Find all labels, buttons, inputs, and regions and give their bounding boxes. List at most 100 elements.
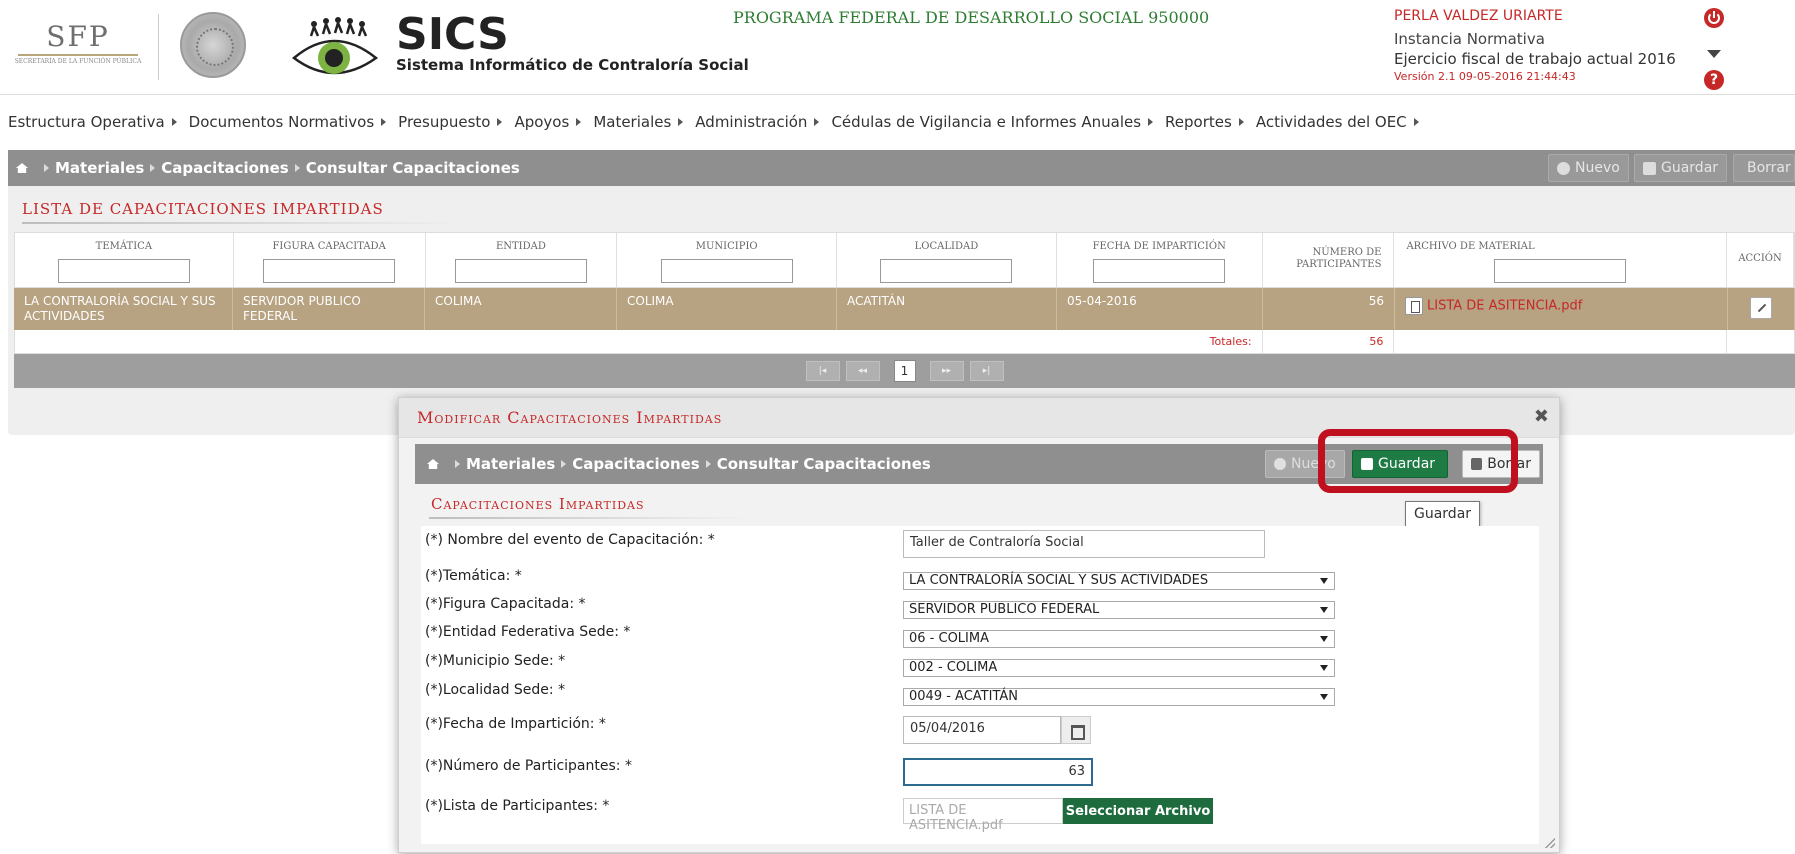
modal-guardar-button[interactable]: Guardar [1352, 450, 1448, 478]
borrar-button[interactable]: Borrar [1733, 154, 1795, 182]
table-row[interactable]: LA CONTRALORÍA SOCIAL Y SUS ACTIVIDADES … [14, 288, 1795, 330]
column-label: Archivo de Material [1406, 241, 1535, 252]
seleccionar-archivo-button[interactable]: Seleccionar Archivo [1063, 798, 1213, 824]
menu-item-presupuesto[interactable]: Presupuesto [398, 113, 503, 131]
dropdown-arrow-icon [1320, 694, 1328, 700]
file-path-input[interactable]: LISTA DE ASITENCIA.pdf [903, 798, 1063, 833]
breadcrumb-consultar[interactable]: Consultar Capacitaciones [717, 455, 931, 473]
sics-eye-logo-icon [291, 17, 379, 75]
modificar-capacitaciones-modal: Modificar Capacitaciones Impartidas ✖ Ma… [398, 397, 1560, 853]
breadcrumb-materiales[interactable]: Materiales [55, 159, 144, 177]
column-label: Localidad [914, 241, 979, 252]
filter-figura-input[interactable] [263, 259, 396, 283]
filter-municipio-input[interactable] [660, 259, 793, 283]
menu-item-label: Administración [695, 113, 808, 131]
pdf-link[interactable]: LISTA DE ASITENCIA.pdf [1427, 299, 1582, 314]
close-icon[interactable]: ✖ [1534, 406, 1549, 427]
figura-label: (*)Figura Capacitada: * [425, 596, 586, 612]
select-value: 002 - COLIMA [909, 660, 998, 675]
menu-item-documentos-normativos[interactable]: Documentos Normativos [189, 113, 387, 131]
page-number[interactable]: 1 [893, 360, 916, 382]
save-icon [1361, 458, 1373, 470]
cell-numero: 56 [1263, 288, 1395, 330]
select-value: 0049 - ACATITÁN [909, 689, 1018, 704]
fecha-label: (*)Fecha de Impartición: * [425, 716, 606, 732]
filter-tematica-input[interactable] [57, 259, 190, 283]
menu-item-label: Estructura Operativa [8, 113, 165, 131]
cell-accion [1728, 288, 1795, 330]
column-label: Acción [1738, 253, 1782, 264]
edit-icon[interactable] [1750, 297, 1772, 319]
column-accion: Acción [1727, 233, 1794, 287]
select-value: SERVIDOR PUBLICO FEDERAL [909, 602, 1100, 617]
filter-fecha-input[interactable] [1093, 259, 1226, 283]
cell-localidad: ACATITÁN [837, 288, 1057, 330]
app-subtitle: Sistema Informático de Contraloría Socia… [396, 56, 749, 74]
first-page-button[interactable]: |◂ [805, 361, 840, 381]
home-icon[interactable] [427, 459, 439, 469]
home-icon[interactable] [16, 163, 28, 173]
last-page-button[interactable]: ▸| [969, 361, 1004, 381]
modal-nuevo-button[interactable]: Nuevo [1265, 450, 1345, 478]
column-municipio: Municipio [617, 233, 838, 287]
column-figura: Figura Capacitada [234, 233, 426, 287]
prev-page-button[interactable]: ◂◂ [845, 361, 880, 381]
figura-select[interactable]: SERVIDOR PUBLICO FEDERAL [903, 601, 1335, 619]
totals-label: Totales: [15, 330, 1263, 353]
help-icon[interactable]: ? [1704, 70, 1724, 90]
tematica-select[interactable]: LA CONTRALORÍA SOCIAL Y SUS ACTIVIDADES [903, 572, 1335, 590]
filter-localidad-input[interactable] [880, 259, 1013, 283]
menu-item-materiales[interactable]: Materiales [593, 113, 684, 131]
menu-item-reportes[interactable]: Reportes [1165, 113, 1244, 131]
dropdown-arrow-icon [1320, 607, 1328, 613]
nombre-input[interactable]: Taller de Contraloría Social [903, 530, 1265, 558]
menu-item-cedulas[interactable]: Cédulas de Vigilancia e Informes Anuales [831, 113, 1154, 131]
entidad-select[interactable]: 06 - COLIMA [903, 630, 1335, 648]
resize-handle-icon[interactable] [1545, 838, 1555, 848]
nuevo-label: Nuevo [1575, 160, 1620, 176]
menu-item-administracion[interactable]: Administración [695, 113, 820, 131]
modal-borrar-button[interactable]: Borrar [1462, 450, 1540, 478]
totals-empty [1394, 330, 1728, 353]
calendar-icon[interactable] [1061, 716, 1091, 744]
app-header: SFP SECRETARÍA DE LA FUNCIÓN PÚBLICA SIC… [0, 0, 1795, 95]
save-icon [1643, 161, 1656, 175]
column-label: Número de Participantes [1296, 247, 1382, 270]
power-icon[interactable] [1704, 8, 1724, 28]
breadcrumb-capacitaciones[interactable]: Capacitaciones [572, 455, 699, 473]
breadcrumb-separator-icon [705, 460, 711, 468]
guardar-button[interactable]: Guardar [1634, 154, 1728, 182]
column-entidad: Entidad [426, 233, 618, 287]
capacitaciones-table: Temática Figura Capacitada Entidad Munic… [14, 232, 1795, 354]
sfp-logo-subtitle: SECRETARÍA DE LA FUNCIÓN PÚBLICA [14, 58, 142, 65]
numero-input[interactable]: 63 [903, 758, 1093, 786]
sfp-logo: SFP SECRETARÍA DE LA FUNCIÓN PÚBLICA [12, 22, 144, 82]
title-underline [429, 517, 749, 519]
breadcrumb-consultar[interactable]: Consultar Capacitaciones [306, 159, 520, 177]
nuevo-label: Nuevo [1291, 456, 1336, 472]
cell-archivo: LISTA DE ASITENCIA.pdf [1395, 288, 1728, 330]
chevron-down-icon[interactable] [1707, 50, 1721, 58]
menu-item-estructura-operativa[interactable]: Estructura Operativa [8, 113, 177, 131]
menu-item-apoyos[interactable]: Apoyos [514, 113, 582, 131]
filter-archivo-input[interactable] [1494, 259, 1627, 283]
cell-figura: SERVIDOR PUBLICO FEDERAL [233, 288, 425, 330]
breadcrumb-capacitaciones[interactable]: Capacitaciones [161, 159, 288, 177]
breadcrumb-separator-icon [294, 164, 300, 172]
totals-empty [1727, 330, 1794, 353]
section-title: Capacitaciones Impartidas [431, 495, 645, 513]
menu-item-label: Documentos Normativos [188, 113, 375, 131]
localidad-select[interactable]: 0049 - ACATITÁN [903, 688, 1335, 706]
nuevo-button[interactable]: Nuevo [1548, 154, 1629, 182]
fecha-input[interactable]: 05/04/2016 [903, 716, 1061, 744]
breadcrumb-materiales[interactable]: Materiales [466, 455, 555, 473]
municipio-select[interactable]: 002 - COLIMA [903, 659, 1335, 677]
modal-header: Modificar Capacitaciones Impartidas ✖ [399, 398, 1559, 438]
filter-entidad-input[interactable] [454, 259, 587, 283]
file-icon[interactable] [1405, 297, 1423, 315]
next-page-button[interactable]: ▸▸ [929, 361, 964, 381]
caret-right-icon [1413, 118, 1419, 126]
caret-right-icon [814, 118, 820, 126]
column-label: Municipio [695, 241, 758, 252]
menu-item-actividades-oec[interactable]: Actividades del OEC [1256, 113, 1419, 131]
